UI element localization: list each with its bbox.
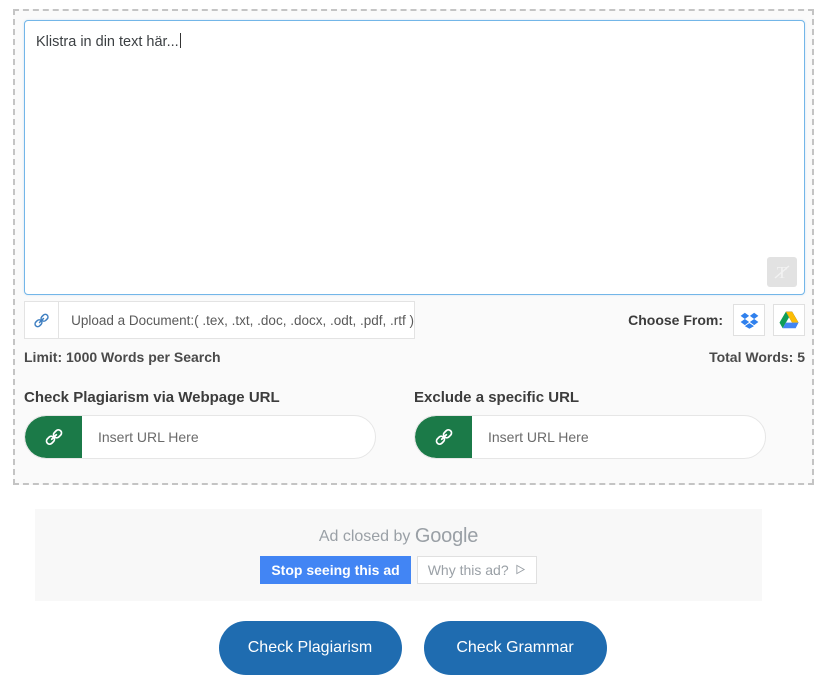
text-input-area[interactable]: Klistra in din text här... T (24, 20, 805, 295)
exclude-url-input[interactable]: Insert URL Here (414, 415, 766, 459)
exclude-url-heading: Exclude a specific URL (414, 389, 580, 406)
choose-from-group: Choose From: (628, 301, 805, 339)
link-chain-icon (415, 416, 472, 458)
triangle-play-icon (515, 562, 526, 578)
text-editor-wrap: Klistra in din text här... T (24, 20, 805, 295)
ad-buttons: Stop seeing this ad Why this ad? (35, 556, 762, 584)
google-drive-icon[interactable] (773, 304, 805, 336)
action-buttons: Check Plagiarism Check Grammar (0, 621, 825, 675)
counters-row: Limit: 1000 Words per Search Total Words… (24, 349, 805, 373)
google-wordmark: Google (414, 525, 479, 547)
check-plagiarism-button[interactable]: Check Plagiarism (218, 621, 402, 675)
word-limit-label: Limit: 1000 Words per Search (24, 349, 221, 365)
editor-content: Klistra in din text här... (36, 33, 181, 51)
stop-seeing-ad-button[interactable]: Stop seeing this ad (260, 556, 411, 584)
input-panel: Klistra in din text här... T (13, 9, 814, 485)
upload-document-field[interactable]: Upload a Document:( .tex, .txt, .doc, .d… (24, 301, 415, 339)
check-grammar-button[interactable]: Check Grammar (423, 621, 607, 675)
link-chain-icon (25, 302, 60, 338)
ad-slot: Ad closed by Google Stop seeing this ad … (35, 509, 762, 601)
exclude-url-placeholder: Insert URL Here (488, 429, 589, 445)
webpage-url-section: Check Plagiarism via Webpage URL Insert … (24, 389, 414, 479)
link-chain-icon (25, 416, 82, 458)
exclude-url-section: Exclude a specific URL Insert URL Here (414, 389, 805, 479)
why-this-ad-label: Why this ad? (427, 562, 509, 578)
plagiarism-checker-page: Klistra in din text här... T (0, 0, 825, 690)
total-words-label: Total Words: 5 (709, 349, 805, 365)
upload-document-label: Upload a Document:( .tex, .txt, .doc, .d… (71, 312, 414, 328)
ad-closed-text: Ad closed by (318, 528, 415, 545)
editor-text-value: Klistra in din text här... (36, 34, 179, 50)
webpage-url-heading: Check Plagiarism via Webpage URL (24, 389, 280, 406)
webpage-url-placeholder: Insert URL Here (98, 429, 199, 445)
grammarly-T-icon[interactable]: T (767, 257, 797, 287)
url-sections: Check Plagiarism via Webpage URL Insert … (24, 389, 805, 479)
why-this-ad-button[interactable]: Why this ad? (416, 556, 537, 584)
upload-row: Upload a Document:( .tex, .txt, .doc, .d… (24, 301, 805, 339)
dropbox-icon[interactable] (733, 304, 765, 336)
text-caret (179, 33, 181, 48)
ad-closed-notice: Ad closed by Google (35, 525, 762, 548)
choose-from-label: Choose From: (628, 312, 723, 328)
webpage-url-input[interactable]: Insert URL Here (24, 415, 376, 459)
